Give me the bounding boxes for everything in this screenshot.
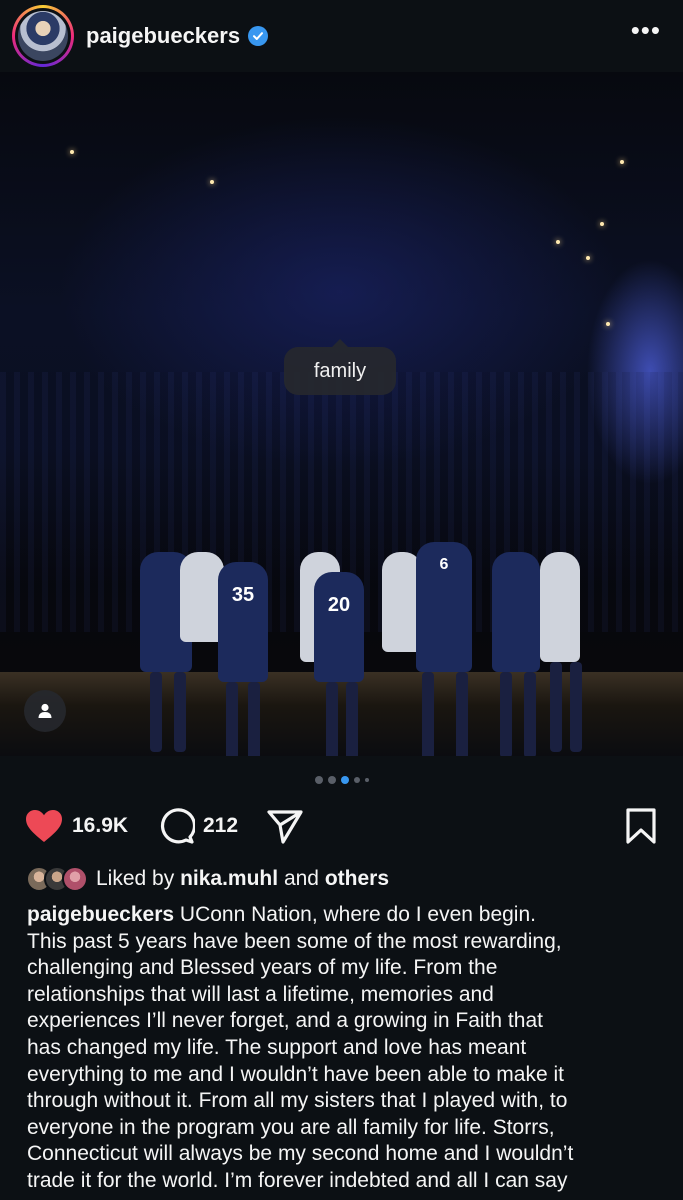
carousel-dot-active <box>340 776 349 784</box>
caption-first-line: UConn Nation, where do I even begin. <box>179 903 536 926</box>
photo-tag[interactable]: family <box>284 339 396 395</box>
post-username[interactable]: paigebueckers <box>86 23 240 49</box>
player-leg <box>524 672 536 756</box>
jersey-number: 6 <box>439 556 449 573</box>
comment-action: 212 <box>157 806 238 846</box>
player-leg <box>550 662 562 752</box>
liker-avatar[interactable] <box>62 866 88 892</box>
comment-icon[interactable] <box>157 807 195 845</box>
caption-line: This past 5 years have been some of the … <box>27 929 562 953</box>
liked-by-others[interactable]: others <box>325 867 389 890</box>
player-leg <box>456 672 468 756</box>
carousel-dot <box>314 776 323 784</box>
heart-icon[interactable] <box>24 808 64 844</box>
bookmark-icon[interactable] <box>624 807 658 845</box>
like-count[interactable]: 16.9K <box>72 814 128 838</box>
caption-line: through without it. From all my sisters … <box>27 1089 568 1113</box>
arena-light <box>70 150 74 154</box>
liked-by-row: Liked by nika.muhl and others <box>26 866 389 892</box>
avatar-image <box>18 11 68 61</box>
carousel-indicator <box>0 776 683 784</box>
arena-light <box>600 222 604 226</box>
carousel-dot <box>353 777 360 783</box>
verified-badge-icon <box>248 26 269 46</box>
caption-line: everything to me and I wouldn’t have bee… <box>27 1062 564 1086</box>
arena-light <box>210 180 214 184</box>
caption-line: has changed my life. The support and lov… <box>27 1035 527 1059</box>
jersey-number: 35 <box>231 584 255 606</box>
caption-line: experiences I’ll never forget, and a gro… <box>27 1009 543 1033</box>
caption-line: paigebueckers UConn Nation, where do I e… <box>27 902 667 929</box>
team-huddle: 35 20 6 <box>130 522 610 756</box>
avatar-border <box>15 8 71 64</box>
caption-line: relationships that will last a lifetime,… <box>27 982 494 1006</box>
arena-light <box>556 240 560 244</box>
caption-line: Connecticut will always be my second hom… <box>27 1142 574 1166</box>
player: 20 <box>314 572 364 682</box>
liked-by-user[interactable]: nika.muhl <box>180 867 278 890</box>
player <box>540 552 580 662</box>
player-leg <box>174 672 186 752</box>
arena-light <box>620 160 624 164</box>
action-bar: 16.9K 212 <box>0 806 683 846</box>
more-options-icon[interactable]: ••• <box>631 17 661 43</box>
player: 35 <box>218 562 268 682</box>
player-leg <box>150 672 162 752</box>
player: 6 <box>416 542 472 672</box>
caption-line: everyone in the program you are all fami… <box>27 1115 555 1139</box>
player-leg <box>500 672 512 756</box>
like-action: 16.9K <box>24 806 128 846</box>
user-tag-icon[interactable] <box>24 690 66 732</box>
post-header: paigebueckers ••• <box>0 0 683 72</box>
carousel-dot <box>327 776 336 784</box>
caption-author[interactable]: paigebueckers <box>27 903 174 926</box>
liked-by-joiner: and <box>283 867 319 890</box>
player-leg <box>570 662 582 752</box>
player <box>492 552 540 672</box>
save-action <box>624 806 658 846</box>
carousel-dot <box>364 778 369 782</box>
player-leg <box>422 672 434 756</box>
arena-light <box>606 322 610 326</box>
comment-count[interactable]: 212 <box>203 814 238 838</box>
player-leg <box>326 682 338 756</box>
profile-avatar[interactable] <box>12 5 74 67</box>
arena-light <box>586 256 590 260</box>
caption-line: trade it for the world. I’m forever inde… <box>27 1168 568 1192</box>
player-leg <box>226 682 238 756</box>
player-leg <box>346 682 358 756</box>
liked-by-prefix: Liked by <box>96 867 175 890</box>
player-leg <box>248 682 260 756</box>
liked-by-text: Liked by nika.muhl and others <box>96 867 389 891</box>
jersey-number: 20 <box>327 594 351 616</box>
post-photo[interactable]: 35 20 6 family <box>0 72 683 756</box>
share-action <box>266 806 304 846</box>
share-icon[interactable] <box>266 807 304 845</box>
caption-line: challenging and Blessed years of my life… <box>27 956 498 980</box>
post-caption: paigebueckers UConn Nation, where do I e… <box>27 902 667 1195</box>
